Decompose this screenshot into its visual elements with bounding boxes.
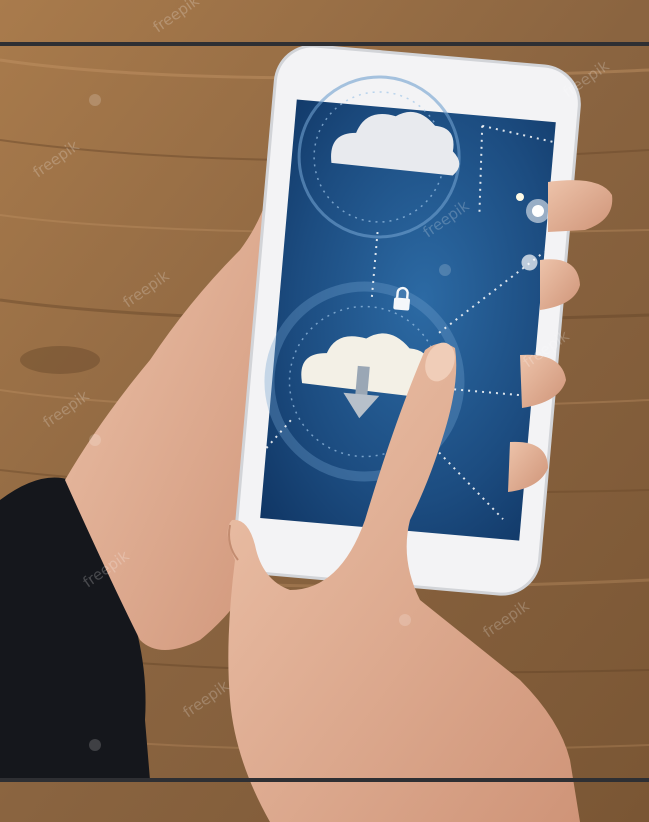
- photo-scene: [0, 0, 649, 822]
- bottom-border-line: [0, 778, 649, 782]
- bulb-icon: [516, 193, 524, 201]
- top-border-line: [0, 42, 649, 46]
